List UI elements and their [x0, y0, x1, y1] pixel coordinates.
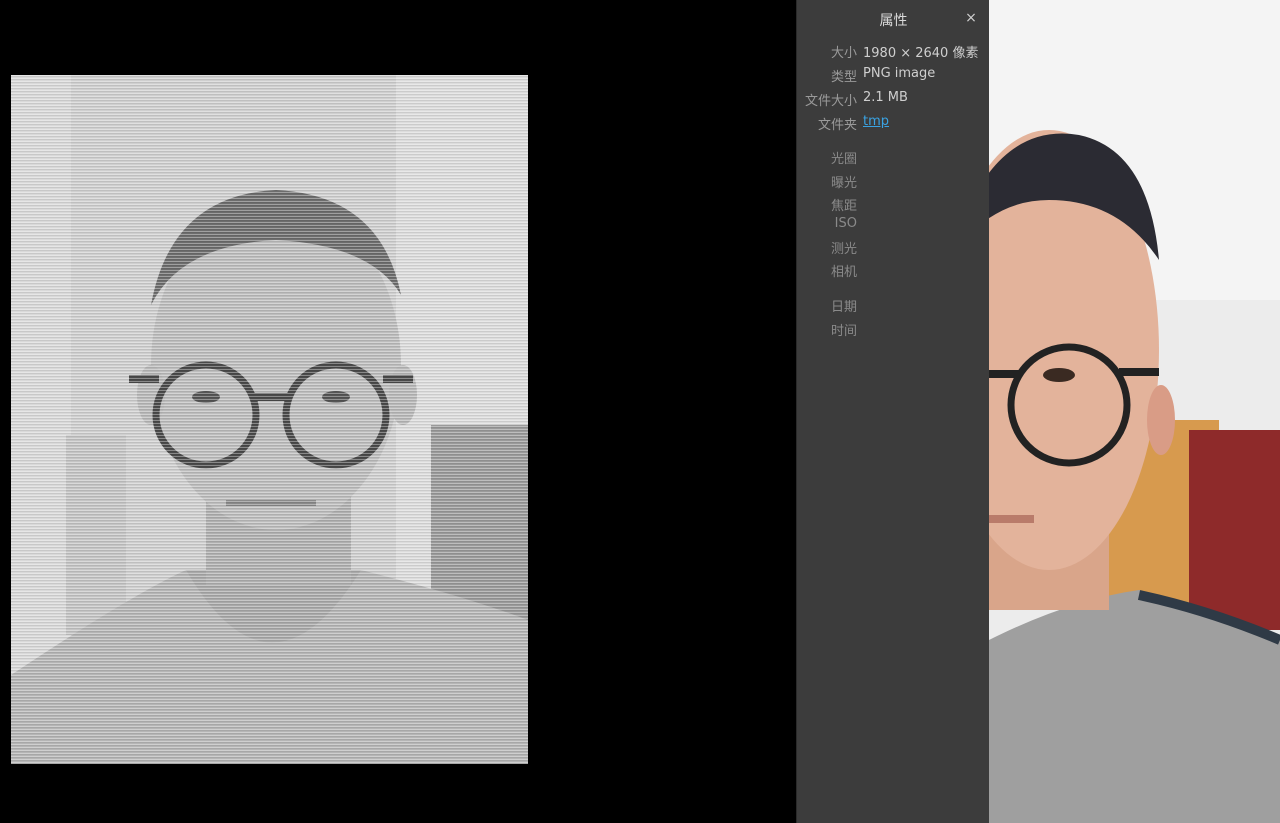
size-label: 大小: [830, 46, 857, 61]
filesize-label: 文件大小: [804, 94, 857, 109]
folder-link[interactable]: tmp: [863, 114, 889, 129]
properties-panel: 属性 × 大小 1980 × 2640 像素 类型 PNG image 文件大小…: [796, 0, 990, 823]
folder-label: 文件夹: [817, 118, 857, 133]
size-value: 1980 × 2640 像素: [863, 46, 979, 61]
aperture-label: 光圈: [830, 152, 857, 167]
folder-link-container: tmp: [863, 114, 889, 129]
camera-label: 相机: [830, 265, 857, 280]
time-label: 时间: [830, 324, 857, 339]
metering-label: 测光: [830, 242, 857, 257]
grayscale-portrait-image: [11, 75, 528, 764]
close-icon[interactable]: ×: [964, 10, 978, 28]
filesize-value: 2.1 MB: [863, 90, 908, 105]
date-label: 日期: [830, 300, 857, 315]
type-label: 类型: [830, 70, 857, 85]
color-portrait-image: [989, 0, 1280, 823]
panel-title: 属性: [879, 13, 908, 29]
image-viewer-canvas: [0, 0, 796, 823]
focal-length-label: 焦距: [830, 199, 857, 214]
iso-label: ISO: [834, 216, 857, 231]
exposure-label: 曝光: [830, 176, 857, 191]
type-value: PNG image: [863, 66, 936, 81]
